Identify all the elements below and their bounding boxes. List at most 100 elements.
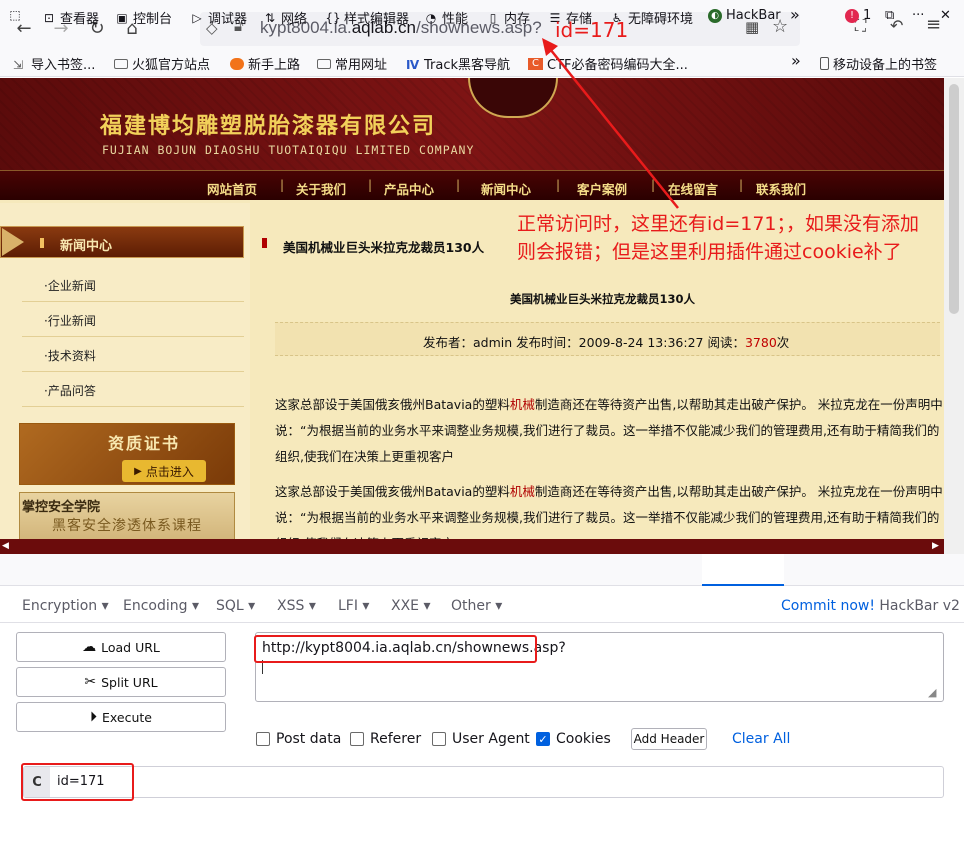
menu-xss[interactable]: XSS ▾ (277, 598, 316, 614)
folder-icon (317, 58, 331, 69)
certificate-enter-button[interactable]: ▶ 点击进入 (122, 460, 206, 482)
play-icon: ▶ (134, 465, 142, 477)
divider (22, 301, 244, 302)
hackbar-menu: Encryption ▾ Encoding ▾ SQL ▾ XSS ▾ LFI … (0, 592, 964, 620)
checkmark-icon[interactable]: ✓ (536, 732, 550, 746)
import-icon: ⇲ (13, 57, 24, 72)
nav-contact[interactable]: 联系我们 (756, 179, 806, 198)
close-icon[interactable]: ✕ (940, 8, 951, 23)
article-title: 美国机械业巨头米拉克龙裁员130人 (510, 292, 696, 306)
divider (0, 622, 964, 623)
bookmark-firefox-official[interactable]: 火狐官方站点 (114, 54, 210, 73)
execute-button[interactable]: ⏵ Execute (16, 702, 226, 732)
inspector-icon: ⊡ (43, 10, 55, 25)
memory-icon: ▯ (489, 10, 497, 25)
sidebar-item-industry-news[interactable]: ·行业新闻 (44, 312, 96, 329)
add-header-button[interactable]: Add Header (631, 728, 707, 750)
checkbox-icon[interactable] (256, 732, 270, 746)
cookies-checkbox[interactable]: ✓ Cookies (536, 731, 611, 747)
nav-separator: | (456, 178, 461, 192)
menu-icon[interactable]: ≡ (926, 14, 941, 35)
tab-network[interactable]: ⇅ 网络 (263, 8, 307, 28)
menu-lfi[interactable]: LFI ▾ (338, 598, 369, 614)
hackbar-icon: ◐ (708, 8, 722, 23)
divider (22, 371, 244, 372)
commit-link[interactable]: Commit now! HackBar v2 (781, 598, 960, 614)
annotation-note: 正常访问时，这里还有id=171；，如果没有添加则会报错；但是这里利用插件通过c… (517, 213, 920, 263)
certificate-title: 资质证书 (108, 434, 181, 453)
divider (22, 336, 244, 337)
bookmarks-overflow-icon[interactable]: » (791, 51, 801, 70)
sidebar-item-product-qa[interactable]: ·产品问答 (44, 382, 96, 399)
bookmark-track-nav[interactable]: Ⅳ Track黑客导航 (406, 54, 510, 74)
bookmarks-bar: ⇲ 导入书签... 火狐官方站点 新手上路 常用网址 Ⅳ Track黑客导航 C CT… (0, 50, 964, 77)
scroll-right-icon[interactable]: ▶ (932, 541, 939, 551)
load-url-button[interactable]: ☁ Load URL (16, 632, 226, 662)
academy-title: 掌控安全学院 (22, 500, 101, 515)
website-viewport: 福建博均雕塑脱胎漆器有限公司 FUJIAN BOJUN DIAOSHU TUOT… (0, 78, 944, 554)
checkbox-icon[interactable] (432, 732, 446, 746)
scissors-icon: ✂ (84, 674, 97, 690)
heading-marker (262, 238, 267, 248)
cloud-download-icon: ☁ (82, 639, 97, 655)
error-icon: ! (845, 8, 859, 23)
network-icon: ⇅ (264, 10, 276, 25)
tab-memory[interactable]: ▯ 内存 (486, 8, 530, 28)
debugger-icon: ▷ (192, 10, 202, 25)
tab-performance[interactable]: ◔ 性能 (424, 8, 468, 28)
site-nav: 网站首页 | 关于我们 | 产品中心 | 新闻中心 | 客户案例 | 在线留言 … (0, 170, 944, 200)
horizontal-scrollbar[interactable] (0, 539, 944, 554)
nav-home[interactable]: 网站首页 (207, 179, 257, 198)
dock-icon[interactable]: ⧉ (885, 8, 894, 23)
article-info: 发布者：admin 发布时间：2009-8-24 13:36:27 阅读：378… (423, 335, 790, 350)
tabs-overflow-icon[interactable]: » (790, 5, 800, 24)
bookmark-import[interactable]: ⇲ 导入书签... (13, 54, 95, 74)
tab-hackbar[interactable]: ◐ HackBar (708, 8, 781, 23)
scroll-left-icon[interactable]: ◀ (2, 541, 9, 551)
resize-handle-icon[interactable]: ◢ (928, 686, 936, 699)
more-options-icon[interactable]: ··· (912, 8, 924, 23)
nav-separator: | (280, 178, 285, 192)
scrollbar-thumb[interactable] (949, 84, 959, 314)
bullet-icon (40, 238, 44, 248)
track-icon: Ⅳ (406, 57, 420, 72)
menu-encryption[interactable]: Encryption ▾ (22, 598, 109, 614)
bookmark-getting-started[interactable]: 新手上路 (230, 54, 300, 73)
post-data-checkbox[interactable]: Post data (256, 731, 341, 747)
menu-other[interactable]: Other ▾ (451, 598, 502, 614)
sidebar-item-tech-docs[interactable]: ·技术资料 (44, 347, 96, 364)
referer-checkbox[interactable]: Referer (350, 731, 421, 747)
bookmark-common-sites[interactable]: 常用网址 (317, 54, 387, 73)
tab-inspector[interactable]: ⊡ 查看器 (42, 8, 99, 28)
nav-separator: | (368, 178, 373, 192)
article-paragraph: 这家总部设于美国俄亥俄州Batavia的塑料机械制造商还在等待资产出售,以帮助其… (275, 397, 943, 464)
error-count-badge[interactable]: ! 1 (845, 8, 871, 23)
folder-icon (114, 58, 128, 69)
nav-products[interactable]: 产品中心 (384, 179, 434, 198)
menu-xxe[interactable]: XXE ▾ (391, 598, 431, 614)
split-url-button[interactable]: ✂ Split URL (16, 667, 226, 697)
sidebar-title: 新闻中心 (60, 239, 113, 254)
menu-sql[interactable]: SQL ▾ (216, 598, 255, 614)
annotation-arrow (542, 38, 679, 209)
pick-element-icon[interactable]: ⬚ (8, 8, 22, 22)
play-circle-icon: ⏵ (90, 709, 97, 725)
annotation-cookie-box (21, 763, 134, 801)
sidebar-header (0, 226, 244, 258)
checkbox-icon[interactable] (350, 732, 364, 746)
tab-style-editor[interactable]: {} 样式编辑器 (325, 8, 409, 28)
sidebar-item-company-news[interactable]: ·企业新闻 (44, 277, 96, 294)
nav-news[interactable]: 新闻中心 (481, 179, 531, 198)
tab-console[interactable]: ▣ 控制台 (115, 8, 172, 28)
active-tab-indicator (702, 554, 784, 586)
clear-all-link[interactable]: Clear All (732, 731, 790, 747)
user-agent-checkbox[interactable]: User Agent (432, 731, 530, 747)
bookmark-mobile[interactable]: 移动设备上的书签 (820, 54, 937, 73)
tab-debugger[interactable]: ▷ 调试器 (190, 8, 247, 28)
nav-about[interactable]: 关于我们 (296, 179, 346, 198)
article-heading: 美国机械业巨头米拉克龙裁员130人 (283, 240, 485, 255)
performance-icon: ◔ (425, 10, 437, 25)
menu-encoding[interactable]: Encoding ▾ (123, 598, 199, 614)
cookie-input[interactable] (23, 766, 944, 798)
braces-icon: {} (325, 10, 341, 25)
